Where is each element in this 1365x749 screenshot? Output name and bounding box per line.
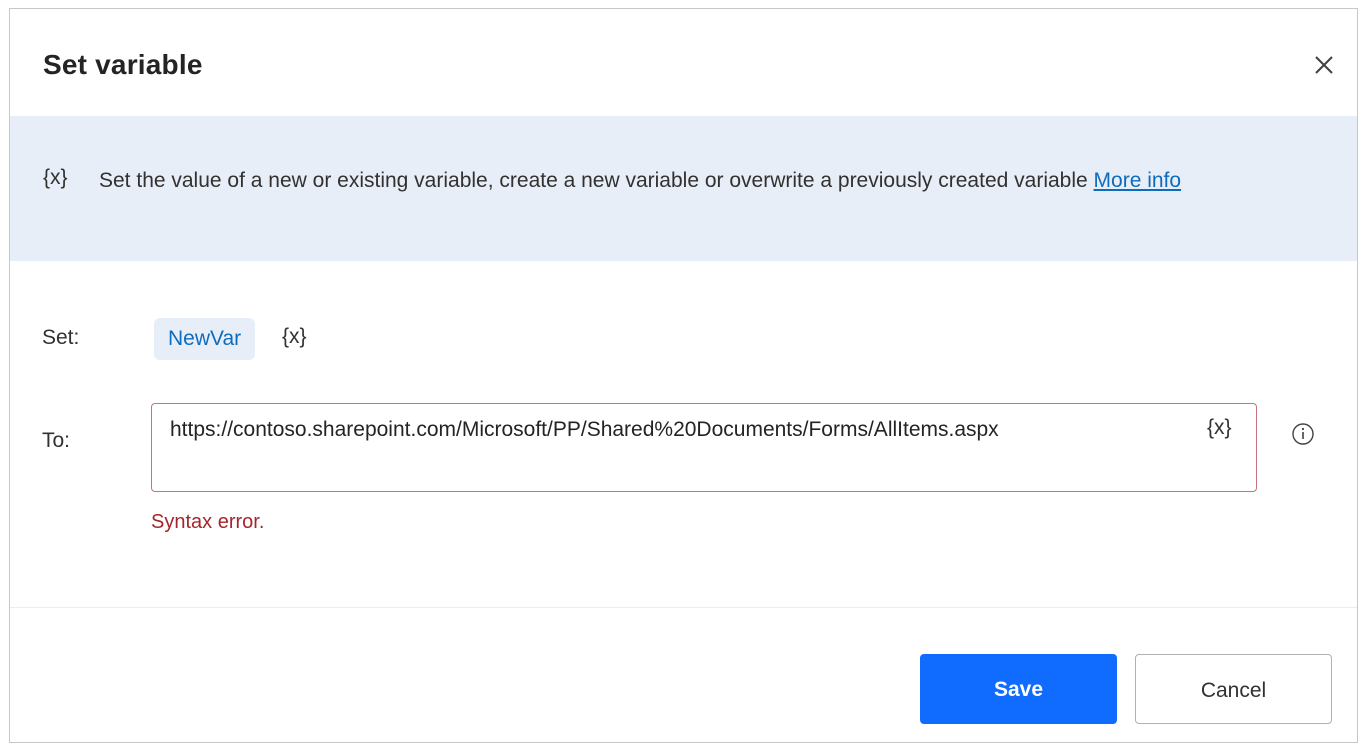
syntax-error-message: Syntax error. — [151, 511, 265, 533]
info-banner: {x} Set the value of a new or existing v… — [10, 116, 1357, 261]
variable-picker-icon[interactable]: {x} — [282, 325, 307, 349]
banner-description-text: Set the value of a new or existing varia… — [99, 169, 1088, 192]
save-button[interactable]: Save — [920, 654, 1117, 724]
variable-icon: {x} — [43, 166, 68, 189]
close-icon[interactable] — [1310, 51, 1338, 79]
footer-divider — [10, 607, 1357, 608]
set-label: Set: — [42, 326, 80, 349]
set-variable-dialog: Set variable {x} Set the value of a new … — [9, 8, 1358, 743]
dialog-title: Set variable — [43, 49, 203, 80]
insert-variable-icon[interactable]: {x} — [1207, 416, 1232, 440]
to-value-input[interactable]: https://contoso.sharepoint.com/Microsoft… — [151, 403, 1257, 492]
banner-description: Set the value of a new or existing varia… — [99, 162, 1299, 199]
to-value-text: https://contoso.sharepoint.com/Microsoft… — [170, 418, 999, 441]
to-label: To: — [42, 429, 71, 452]
more-info-link[interactable]: More info — [1094, 169, 1182, 192]
cancel-button[interactable]: Cancel — [1135, 654, 1332, 724]
info-icon[interactable] — [1291, 422, 1315, 446]
variable-name-chip[interactable]: NewVar — [154, 318, 256, 360]
